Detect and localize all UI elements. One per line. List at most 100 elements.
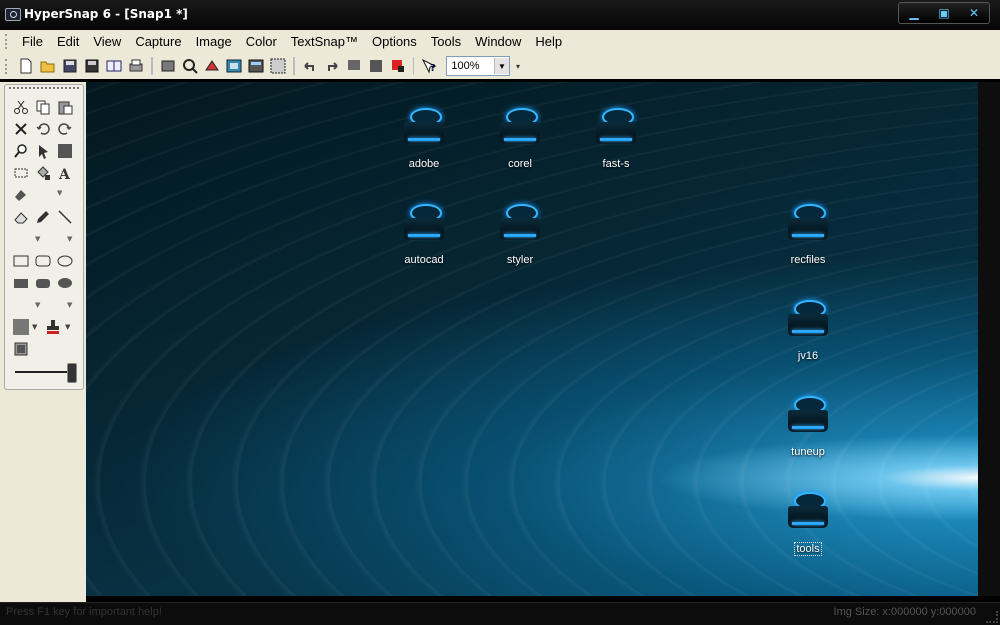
desktop-icon-autocad[interactable]: autocad bbox=[386, 204, 462, 267]
capture-full-icon[interactable] bbox=[248, 58, 264, 74]
main-toolbar: ? 100% ▼ ▾ bbox=[0, 53, 520, 79]
minimize-button[interactable]: ▁ bbox=[899, 3, 929, 23]
image-canvas[interactable]: adobe corel fast-s autocad styler recfil… bbox=[86, 82, 978, 596]
paste-icon[interactable] bbox=[57, 99, 73, 115]
capture-button-icon[interactable] bbox=[226, 58, 242, 74]
capture-frame-icon[interactable] bbox=[13, 341, 29, 357]
undo-icon[interactable] bbox=[35, 121, 51, 137]
line-width-slider-thumb[interactable] bbox=[67, 363, 77, 383]
desktop-icon-styler[interactable]: styler bbox=[482, 204, 558, 267]
chevron-down-icon[interactable]: ▼ bbox=[67, 235, 72, 243]
status-bar: Press F1 key for important help! Img Siz… bbox=[0, 602, 1000, 625]
save-icon[interactable] bbox=[84, 58, 100, 74]
menu-help[interactable]: Help bbox=[528, 34, 569, 49]
chevron-down-icon[interactable]: ▼ bbox=[493, 58, 509, 74]
highlight-icon[interactable] bbox=[390, 58, 406, 74]
restore-button[interactable]: ▣ bbox=[929, 3, 959, 23]
chevron-down-icon[interactable]: ▼ bbox=[67, 301, 72, 309]
crop-icon[interactable] bbox=[346, 58, 362, 74]
rectangle-icon[interactable] bbox=[13, 253, 29, 269]
title-bar: HyperSnap 6 - [Snap1 *] ▁ ▣ ✕ bbox=[0, 0, 1000, 30]
window-title: HyperSnap 6 - [Snap1 *] bbox=[24, 7, 188, 21]
capture-object-icon[interactable] bbox=[182, 58, 198, 74]
desktop-icon-corel[interactable]: corel bbox=[482, 108, 558, 171]
menu-capture[interactable]: Capture bbox=[128, 34, 188, 49]
resize-grip[interactable] bbox=[986, 611, 998, 623]
desktop-icon-tuneup[interactable]: tuneup bbox=[770, 396, 846, 459]
stamp-icon[interactable] bbox=[13, 187, 29, 203]
toolbar-grip[interactable] bbox=[5, 58, 10, 74]
filled-ellipse-icon[interactable] bbox=[57, 275, 73, 291]
close-button[interactable]: ✕ bbox=[959, 3, 989, 23]
drive-icon bbox=[786, 300, 830, 340]
menu-view[interactable]: View bbox=[86, 34, 128, 49]
capture-window-icon[interactable] bbox=[204, 58, 220, 74]
zoom-select[interactable]: 100% ▼ bbox=[446, 56, 510, 76]
filled-rounded-rect-icon[interactable] bbox=[35, 275, 51, 291]
line-tool-icon[interactable] bbox=[57, 209, 73, 225]
menu-color[interactable]: Color bbox=[239, 34, 284, 49]
drive-icon bbox=[786, 204, 830, 244]
delete-icon[interactable] bbox=[13, 121, 29, 137]
pointer-icon[interactable] bbox=[35, 143, 51, 159]
help-pointer-icon[interactable]: ? bbox=[421, 58, 437, 74]
ellipse-icon[interactable] bbox=[57, 253, 73, 269]
toolbar-empty-area bbox=[520, 53, 1000, 79]
zoom-icon[interactable] bbox=[13, 143, 29, 159]
chevron-down-icon[interactable]: ▼ bbox=[35, 301, 40, 309]
resize-icon[interactable] bbox=[368, 58, 384, 74]
tools-grip[interactable] bbox=[9, 87, 79, 91]
pencil-icon[interactable] bbox=[35, 209, 51, 225]
desktop-icon-label: tuneup bbox=[791, 446, 825, 458]
toolbar-separator bbox=[292, 57, 295, 75]
filled-rect-icon[interactable] bbox=[13, 275, 29, 291]
cut-icon[interactable] bbox=[13, 99, 29, 115]
undo-icon[interactable] bbox=[302, 58, 318, 74]
image-size-readout: Img Size: x:000000 y:000000 bbox=[833, 606, 976, 618]
new-icon[interactable] bbox=[18, 58, 34, 74]
capture-region-icon[interactable] bbox=[160, 58, 176, 74]
select-area-icon[interactable] bbox=[57, 143, 73, 159]
status-message: Press F1 key for important help! bbox=[6, 606, 162, 618]
capture-multi-icon[interactable] bbox=[270, 58, 286, 74]
redo-icon[interactable] bbox=[324, 58, 340, 74]
menu-options[interactable]: Options bbox=[365, 34, 424, 49]
rounded-rect-icon[interactable] bbox=[35, 253, 51, 269]
desktop-icon-recfiles[interactable]: recfiles bbox=[770, 204, 846, 267]
chevron-down-icon[interactable]: ▼ bbox=[57, 189, 62, 197]
desktop-icon-label: fast-s bbox=[602, 158, 630, 170]
color-swatch-icon[interactable] bbox=[13, 319, 29, 335]
toolbar-separator bbox=[412, 57, 415, 75]
drive-icon bbox=[786, 396, 830, 436]
desktop-icon-label: jv16 bbox=[797, 350, 819, 362]
app-camera-icon[interactable] bbox=[5, 8, 21, 21]
chevron-down-icon[interactable]: ▼ bbox=[35, 235, 40, 243]
desktop-icon-label: tools bbox=[794, 542, 822, 556]
line-width-slider-track[interactable] bbox=[15, 371, 73, 373]
desktop-icon-fast-s[interactable]: fast-s bbox=[578, 108, 654, 171]
marquee-icon[interactable] bbox=[13, 165, 29, 181]
print-preview-icon[interactable] bbox=[106, 58, 122, 74]
desktop-icon-jv16[interactable]: jv16 bbox=[770, 300, 846, 363]
desktop-icon-adobe[interactable]: adobe bbox=[386, 108, 462, 171]
eraser-icon[interactable] bbox=[13, 209, 29, 225]
fill-bucket-icon[interactable] bbox=[35, 165, 51, 181]
menu-window[interactable]: Window bbox=[468, 34, 528, 49]
desktop-icon-label: corel bbox=[508, 158, 532, 170]
save-as-icon[interactable] bbox=[62, 58, 78, 74]
menu-edit[interactable]: Edit bbox=[50, 34, 86, 49]
menu-textsnap[interactable]: TextSnap™ bbox=[284, 34, 365, 49]
menu-image[interactable]: Image bbox=[189, 34, 239, 49]
chevron-down-icon[interactable]: ▼ bbox=[32, 323, 37, 331]
menubar-grip[interactable] bbox=[5, 34, 10, 49]
menu-file[interactable]: File bbox=[15, 34, 50, 49]
text-tool-icon[interactable]: A bbox=[57, 165, 73, 181]
print-icon[interactable] bbox=[128, 58, 144, 74]
chevron-down-icon[interactable]: ▼ bbox=[65, 323, 70, 331]
copy-icon[interactable] bbox=[35, 99, 51, 115]
stamp-color-icon[interactable] bbox=[45, 319, 61, 335]
menu-tools[interactable]: Tools bbox=[424, 34, 468, 49]
desktop-icon-tools[interactable]: tools bbox=[770, 492, 846, 556]
open-icon[interactable] bbox=[40, 58, 56, 74]
redo-icon[interactable] bbox=[57, 121, 73, 137]
